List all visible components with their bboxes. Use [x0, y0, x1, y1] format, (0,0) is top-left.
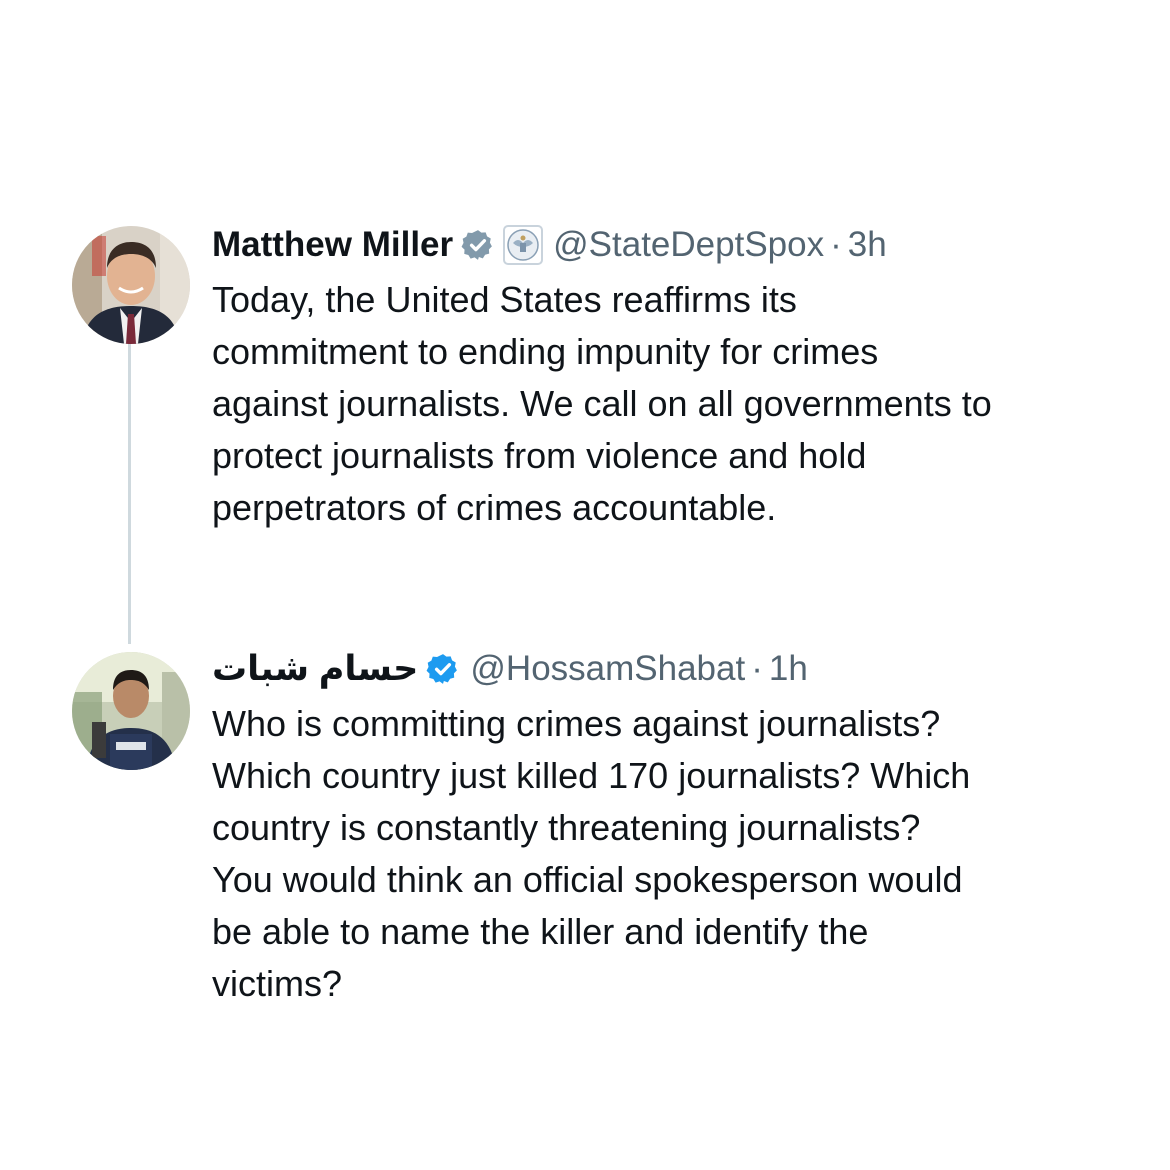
tweet-content: حسام شبات @HossamShabat · 1h Who is comm… [212, 646, 1112, 1010]
user-handle[interactable]: @StateDeptSpox [553, 222, 824, 268]
tweet-header: حسام شبات @HossamShabat · 1h [212, 646, 1112, 692]
state-department-seal-icon [503, 225, 544, 265]
tweet-content: Matthew Miller @StateDeptSpox · 3h Today… [212, 222, 1112, 534]
avatar[interactable] [72, 652, 190, 770]
separator-dot: · [751, 649, 763, 688]
timestamp[interactable]: 1h [769, 646, 808, 692]
thread-connector-line [128, 344, 131, 644]
tweet-text: Who is committing crimes against journal… [212, 703, 971, 1004]
tweet-header: Matthew Miller @StateDeptSpox · 3h [212, 222, 1112, 268]
user-handle[interactable]: @HossamShabat [470, 646, 745, 692]
separator-dot: · [830, 225, 842, 264]
avatar[interactable] [72, 226, 190, 344]
timestamp[interactable]: 3h [848, 222, 887, 268]
verified-badge-icon [426, 652, 460, 686]
tweet-text: Today, the United States reaffirms its c… [212, 279, 992, 528]
verified-badge-icon [461, 228, 495, 262]
display-name[interactable]: حسام شبات [212, 646, 418, 692]
display-name[interactable]: Matthew Miller [212, 222, 453, 268]
